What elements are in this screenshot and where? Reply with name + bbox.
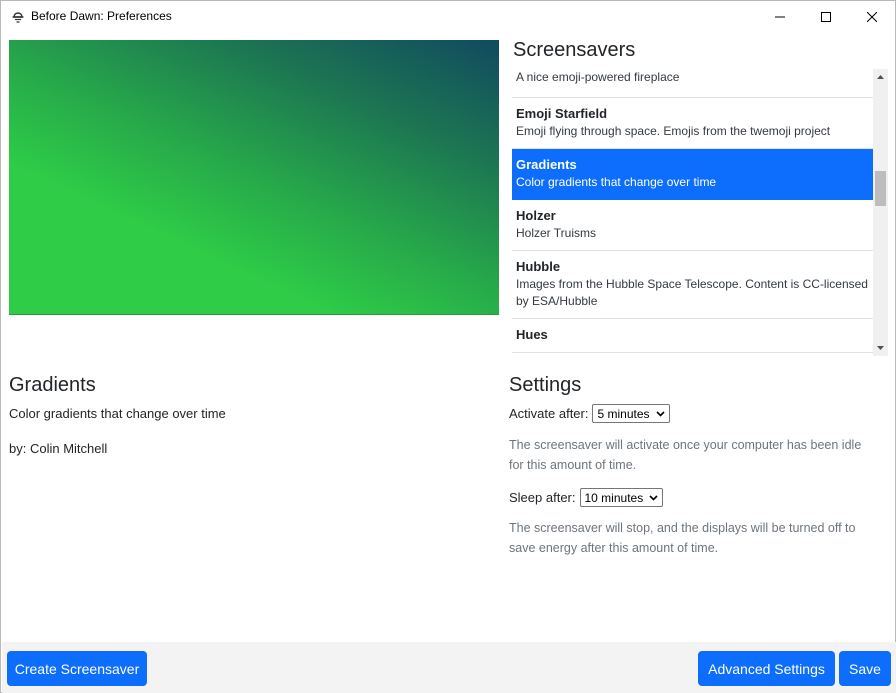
- maximize-icon: [821, 11, 831, 22]
- list-item-description: Images from the Hubble Space Telescope. …: [516, 277, 868, 308]
- list-item-name: Hubble: [516, 259, 561, 274]
- screensaver-author: by: Colin Mitchell: [9, 441, 108, 456]
- save-button[interactable]: Save: [839, 651, 891, 686]
- list-item-name: Gradients: [516, 157, 577, 172]
- activate-label: Activate after:: [509, 406, 589, 421]
- list-scrollbar[interactable]: [873, 69, 888, 356]
- scroll-up-icon: [877, 75, 884, 79]
- list-item-description: Emoji flying through space. Emojis from …: [516, 124, 831, 138]
- list-item-selected[interactable]: Gradients Color gradients that change ov…: [512, 149, 873, 200]
- scroll-down-icon: [877, 346, 884, 350]
- advanced-settings-button[interactable]: Advanced Settings: [698, 651, 835, 686]
- sleep-label: Sleep after:: [509, 490, 576, 505]
- screensaver-list[interactable]: A nice emoji-powered fireplace Emoji Sta…: [512, 69, 873, 356]
- list-item[interactable]: Holzer Holzer Truisms: [512, 200, 873, 251]
- screensaver-preview: [9, 40, 499, 315]
- settings-heading: Settings: [509, 374, 582, 396]
- sleep-setting: Sleep after: 10 minutes: [509, 488, 664, 507]
- minimize-icon: [775, 16, 785, 17]
- chevron-down-icon: [649, 494, 658, 501]
- list-item[interactable]: Hubble Images from the Hubble Space Tele…: [512, 251, 873, 319]
- list-item-name: Hues: [516, 327, 548, 342]
- activate-select[interactable]: 5 minutes: [592, 404, 670, 423]
- app-icon: [11, 10, 25, 24]
- list-item-name: Holzer: [516, 208, 556, 223]
- sleep-help-text: The screensaver will stop, and the displ…: [509, 521, 856, 555]
- list-item[interactable]: A nice emoji-powered fireplace: [512, 69, 873, 98]
- preferences-window: Before Dawn: Preferences Screensavers A …: [0, 0, 896, 693]
- list-item[interactable]: Hues: [512, 319, 873, 353]
- screensavers-heading: Screensavers: [513, 39, 636, 61]
- list-item-name: Emoji Starfield: [516, 106, 608, 121]
- list-item-description: Color gradients that change over time: [516, 175, 717, 189]
- list-item-description: A nice emoji-powered fireplace: [516, 70, 680, 84]
- list-item-description: Holzer Truisms: [516, 226, 597, 240]
- title-bar[interactable]: Before Dawn: Preferences: [1, 1, 895, 32]
- close-button[interactable]: [849, 1, 895, 32]
- scrollbar-thumb[interactable]: [875, 171, 886, 206]
- activate-select-value: 5 minutes: [597, 406, 650, 421]
- scroll-down-button[interactable]: [873, 340, 888, 356]
- screensaver-title: Gradients: [9, 374, 96, 396]
- window-title: Before Dawn: Preferences: [31, 9, 172, 23]
- sleep-select[interactable]: 10 minutes: [579, 488, 664, 507]
- close-icon: [867, 11, 877, 22]
- activate-help-text: The screensaver will activate once your …: [509, 438, 862, 472]
- activate-setting: Activate after: 5 minutes: [509, 404, 670, 423]
- create-screensaver-button[interactable]: Create Screensaver: [7, 651, 147, 686]
- scroll-up-button[interactable]: [873, 69, 888, 85]
- sleep-select-value: 10 minutes: [584, 490, 644, 505]
- list-item[interactable]: Emoji Starfield Emoji flying through spa…: [512, 98, 873, 149]
- screensaver-description: Color gradients that change over time: [9, 406, 226, 421]
- maximize-button[interactable]: [803, 1, 849, 32]
- chevron-down-icon: [655, 410, 665, 417]
- minimize-button[interactable]: [757, 1, 803, 32]
